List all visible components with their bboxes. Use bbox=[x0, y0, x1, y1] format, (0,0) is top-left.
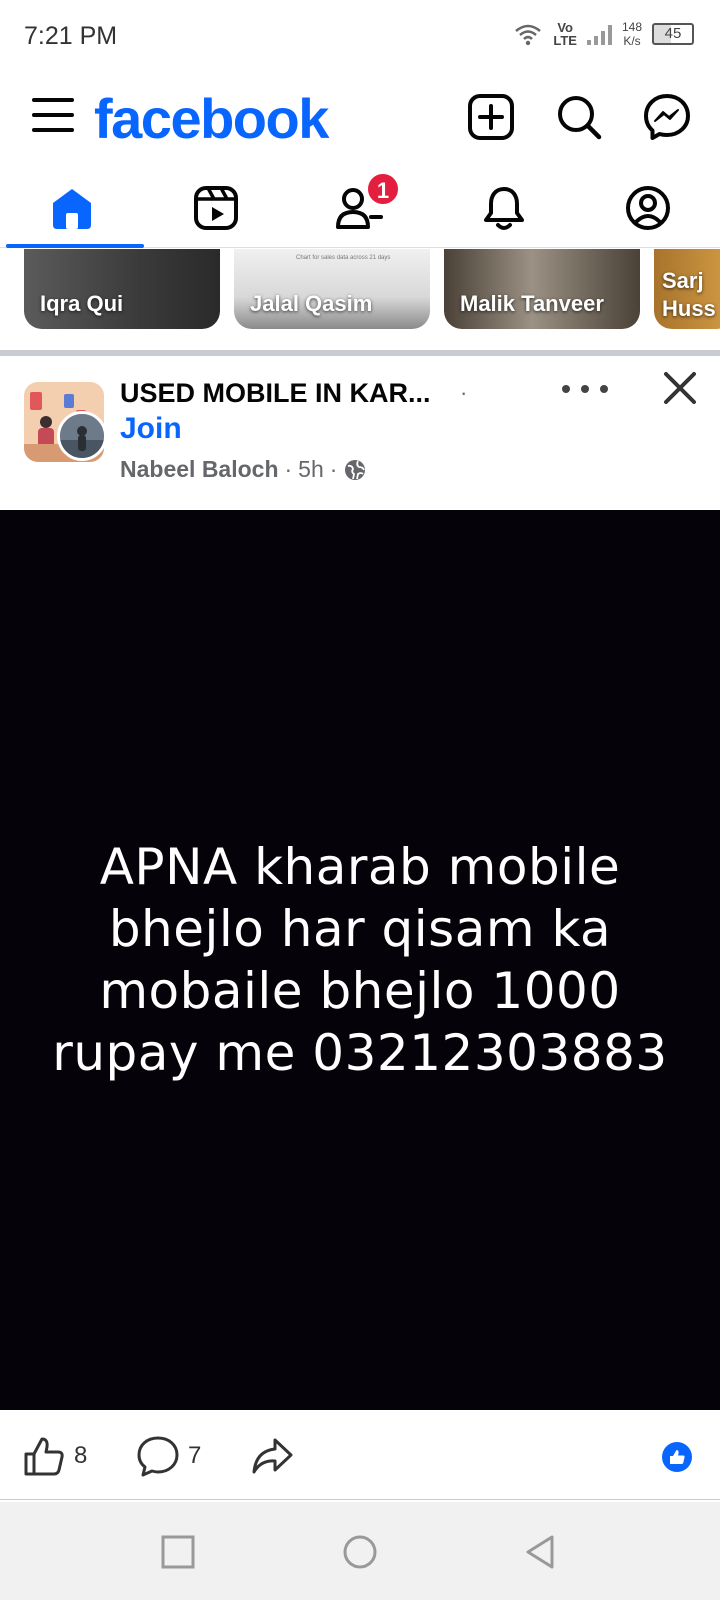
recents-button[interactable] bbox=[160, 1534, 196, 1570]
story-card[interactable]: Sarj Huss bbox=[654, 249, 720, 329]
close-icon[interactable] bbox=[658, 366, 702, 410]
separator-dot: · bbox=[460, 380, 468, 405]
story-name: Malik Tanveer bbox=[460, 291, 604, 316]
status-time: 7:21 PM bbox=[24, 22, 118, 50]
network-speed: 148 K/s bbox=[621, 20, 642, 48]
like-count: 8 bbox=[74, 1442, 88, 1469]
comment-icon bbox=[137, 1436, 179, 1477]
globe-icon bbox=[345, 459, 366, 480]
like-button[interactable]: 8 bbox=[22, 1434, 87, 1478]
create-icon[interactable] bbox=[466, 92, 516, 142]
post-content[interactable]: APNA kharab mobile bhejlo har qisam ka m… bbox=[0, 510, 720, 1410]
post-text: APNA kharab mobile bhejlo har qisam ka m… bbox=[52, 838, 668, 1082]
author-avatar[interactable] bbox=[57, 411, 107, 461]
main-tab-bar: 1 bbox=[0, 168, 720, 248]
comment-count: 7 bbox=[188, 1442, 202, 1469]
signal-icon bbox=[586, 23, 612, 45]
join-group-button[interactable]: Join bbox=[120, 412, 182, 446]
post-actions: 8 7 bbox=[0, 1410, 720, 1500]
story-card[interactable]: Malik Tanveer bbox=[444, 249, 640, 329]
post-time: 5h bbox=[298, 456, 324, 482]
story-caption: Chart for sales data across 21 days bbox=[296, 255, 391, 261]
status-indicators: Vo LTE 148 K/s 45 bbox=[513, 20, 694, 48]
like-icon bbox=[24, 1437, 64, 1476]
separator-dot: · bbox=[329, 456, 338, 482]
author-name[interactable]: Nabeel Baloch bbox=[120, 456, 279, 483]
story-name: Iqra Qui bbox=[40, 291, 124, 316]
stories-strip: Iqra Qui Chart for sales data across 21 … bbox=[0, 249, 720, 339]
group-name[interactable]: USED MOBILE IN KAR... bbox=[120, 378, 431, 409]
bell-icon bbox=[484, 186, 524, 230]
back-button[interactable] bbox=[522, 1534, 558, 1570]
story-card[interactable]: Iqra Qui bbox=[24, 249, 220, 329]
share-button[interactable] bbox=[250, 1434, 294, 1478]
profile-icon bbox=[626, 185, 670, 230]
friends-badge: 1 bbox=[366, 172, 400, 206]
battery-icon: 45 bbox=[652, 23, 694, 45]
like-reaction-icon bbox=[662, 1442, 692, 1472]
story-card[interactable]: Chart for sales data across 21 days Jala… bbox=[234, 249, 430, 329]
status-bar: 7:21 PM Vo LTE 148 K/s 45 bbox=[0, 0, 720, 72]
home-icon bbox=[53, 188, 91, 229]
tab-notifications[interactable] bbox=[432, 168, 576, 247]
post-header: USED MOBILE IN KAR... · Join Nabeel Balo… bbox=[0, 356, 720, 508]
reels-icon bbox=[194, 185, 238, 230]
story-name: Jalal Qasim bbox=[250, 291, 373, 316]
system-nav-bar bbox=[0, 1502, 720, 1600]
home-button[interactable] bbox=[342, 1534, 378, 1570]
tab-home[interactable] bbox=[0, 168, 144, 248]
tab-reels[interactable] bbox=[144, 168, 288, 247]
story-name: Sarj Huss bbox=[662, 268, 716, 321]
separator-dot: · bbox=[284, 456, 293, 482]
share-icon bbox=[252, 1438, 293, 1474]
tab-profile[interactable] bbox=[576, 168, 720, 247]
facebook-logo[interactable]: facebook bbox=[94, 86, 329, 151]
more-options-button[interactable] bbox=[562, 374, 608, 404]
post-meta: Nabeel Baloch · 5h · bbox=[120, 456, 367, 483]
search-icon[interactable] bbox=[554, 92, 604, 142]
comment-button[interactable]: 7 bbox=[136, 1434, 201, 1478]
volte-indicator: Vo LTE bbox=[553, 20, 577, 48]
messenger-icon[interactable] bbox=[642, 92, 692, 142]
tab-friends[interactable]: 1 bbox=[288, 168, 432, 247]
wifi-icon bbox=[513, 22, 543, 46]
menu-icon[interactable] bbox=[32, 98, 74, 136]
app-header: facebook bbox=[0, 80, 720, 156]
